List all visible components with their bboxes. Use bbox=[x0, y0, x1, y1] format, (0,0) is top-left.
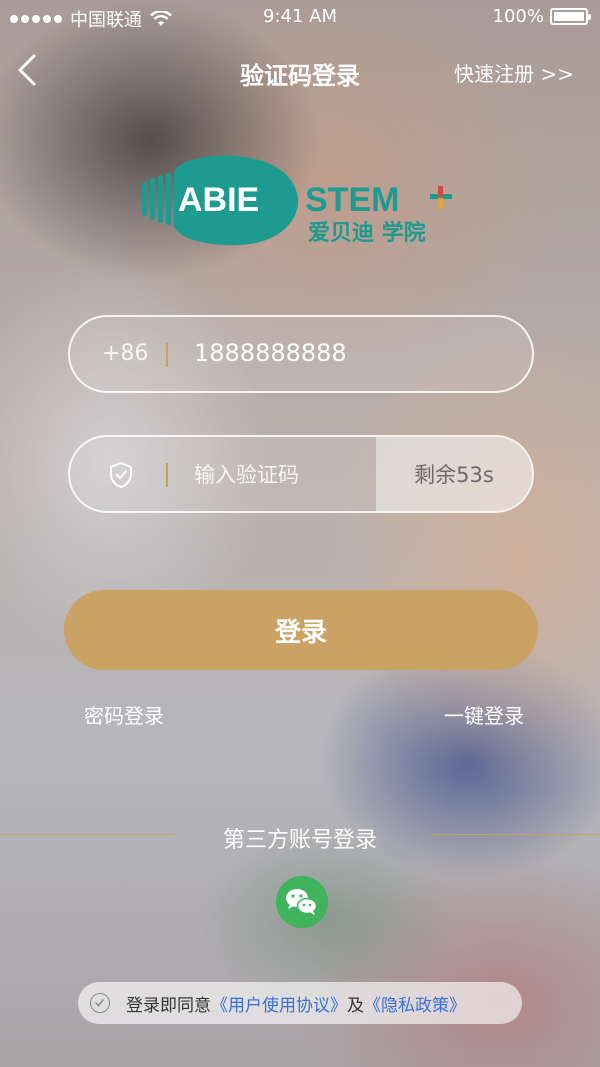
nav-bar: 验证码登录 快速注册 >> bbox=[0, 44, 600, 96]
shield-icon bbox=[110, 461, 132, 489]
verification-code-field[interactable]: 剩余53s bbox=[68, 435, 534, 513]
agreement-prefix: 登录即同意 bbox=[126, 995, 211, 1016]
login-button[interactable]: 登录 bbox=[64, 590, 538, 670]
country-code[interactable]: +86 bbox=[102, 341, 148, 366]
plus-icon bbox=[430, 186, 452, 209]
status-right: 100% bbox=[492, 6, 591, 27]
login-screen: 中国联通 9:41 AM 100% 验证码登录 快速注册 >> ABIE STE… bbox=[0, 0, 600, 1067]
quick-register-link[interactable]: 快速注册 >> bbox=[454, 58, 574, 87]
terms-link[interactable]: 《用户使用协议》 bbox=[211, 991, 347, 1016]
battery-icon bbox=[550, 8, 591, 25]
field-divider bbox=[166, 463, 168, 487]
divider-line-right bbox=[432, 834, 600, 835]
check-icon bbox=[94, 999, 105, 1007]
agreement-checkbox[interactable] bbox=[90, 993, 110, 1013]
agreement-bar: 登录即同意 《用户使用协议》 及 《隐私政策》 bbox=[78, 982, 522, 1024]
phone-field[interactable]: +86 1888888888 bbox=[68, 315, 534, 393]
resend-countdown[interactable]: 剩余53s bbox=[376, 437, 532, 511]
agreement-and: 及 bbox=[347, 995, 364, 1016]
privacy-link[interactable]: 《隐私政策》 bbox=[364, 991, 466, 1016]
code-input[interactable] bbox=[194, 457, 364, 493]
phone-input[interactable]: 1888888888 bbox=[194, 339, 347, 367]
abie-stem-logo: ABIE STEM 爱贝迪 学院 bbox=[142, 155, 452, 246]
battery-label: 100% bbox=[492, 6, 544, 27]
password-login-link[interactable]: 密码登录 bbox=[84, 700, 164, 729]
field-divider bbox=[166, 343, 168, 367]
wechat-icon[interactable] bbox=[276, 876, 328, 928]
logo-brand-white: ABIE bbox=[178, 181, 259, 219]
logo-subtitle: 爱贝迪 学院 bbox=[308, 220, 426, 246]
one-click-login-link[interactable]: 一键登录 bbox=[444, 700, 524, 729]
status-bar: 中国联通 9:41 AM 100% bbox=[0, 0, 600, 34]
third-party-title: 第三方账号登录 bbox=[222, 828, 377, 853]
logo-brand-teal: STEM bbox=[305, 181, 399, 219]
